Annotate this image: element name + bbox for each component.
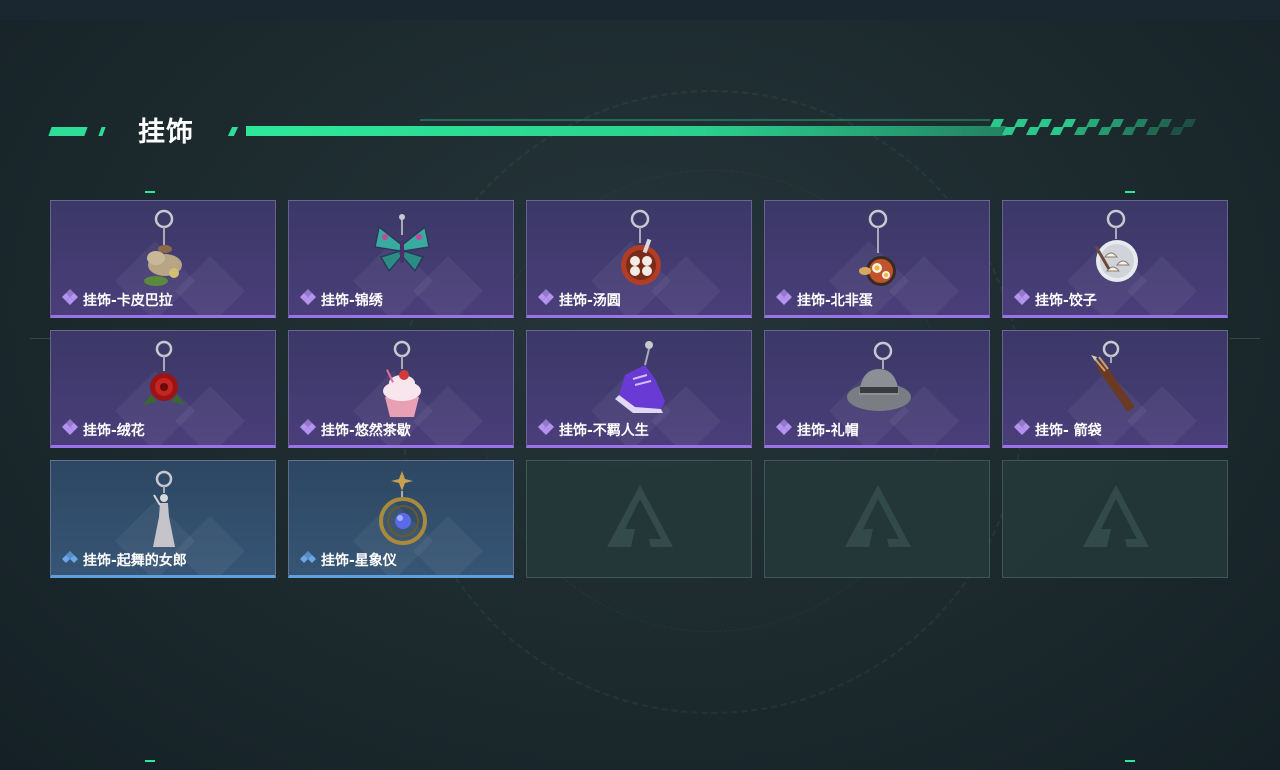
dancing-lady-charm-icon <box>153 470 175 547</box>
top-bar <box>0 0 1280 20</box>
rarity-gem-icon <box>300 289 316 305</box>
header-slash <box>227 127 239 136</box>
item-label: 挂饰-北非蛋 <box>797 293 873 309</box>
item-card[interactable]: 挂饰- 箭袋 <box>1002 330 1228 448</box>
header-dash <box>98 127 106 136</box>
item-label: 挂饰-锦绣 <box>321 293 383 309</box>
rarity-gem-icon <box>776 289 792 305</box>
corner-tick <box>1125 191 1135 193</box>
empty-slot-logo-icon <box>607 485 673 547</box>
cupcake-charm-icon <box>383 340 421 417</box>
rarity-gem-icon <box>62 419 78 435</box>
rarity-gem-icon <box>538 419 554 435</box>
item-card[interactable]: 挂饰-卡皮巴拉 <box>50 200 276 318</box>
rarity-gem-icon <box>300 419 316 435</box>
header-bar <box>246 126 1006 136</box>
header-thin-line <box>420 119 990 121</box>
item-label: 挂饰-饺子 <box>1035 293 1097 309</box>
tangyuan-bowl-charm-icon <box>621 209 661 285</box>
item-card[interactable]: 挂饰-不羁人生 <box>526 330 752 448</box>
item-label: 挂饰-卡皮巴拉 <box>83 293 173 309</box>
rarity-gem-icon <box>62 551 78 563</box>
empty-slot <box>764 460 990 578</box>
astrolabe-charm-icon <box>379 471 427 545</box>
fedora-hat-charm-icon <box>847 341 911 411</box>
item-card[interactable]: 挂饰-悠然茶歇 <box>288 330 514 448</box>
item-card[interactable]: 挂饰-礼帽 <box>764 330 990 448</box>
capybara-charm-icon <box>144 209 182 286</box>
item-card[interactable]: 挂饰-汤圆 <box>526 200 752 318</box>
rarity-gem-icon <box>62 289 78 305</box>
rarity-gem-icon <box>300 551 316 563</box>
item-label: 挂饰-汤圆 <box>559 293 621 309</box>
item-card[interactable]: 挂饰-绒花 <box>50 330 276 448</box>
velvet-flower-charm-icon <box>143 340 185 405</box>
rarity-gem-icon <box>1014 419 1030 435</box>
dumpling-plate-charm-icon <box>1094 209 1138 282</box>
empty-slot-logo-icon <box>1083 485 1149 547</box>
item-label: 挂饰-礼帽 <box>797 423 859 439</box>
corner-tick <box>145 760 155 762</box>
item-label: 挂饰-不羁人生 <box>559 423 649 439</box>
item-card[interactable]: 挂饰-北非蛋 <box>764 200 990 318</box>
rarity-gem-icon <box>1014 289 1030 305</box>
header-dash <box>48 127 88 136</box>
item-label: 挂饰- 箭袋 <box>1035 423 1102 439</box>
sneaker-charm-icon <box>615 341 665 413</box>
butterfly-charm-icon <box>374 214 430 273</box>
item-card[interactable]: 挂饰-饺子 <box>1002 200 1228 318</box>
item-label: 挂饰-悠然茶歇 <box>321 423 411 439</box>
item-label: 挂饰-星象仪 <box>321 553 397 569</box>
right-divider <box>1230 338 1260 339</box>
item-card[interactable]: 挂饰-锦绣 <box>288 200 514 318</box>
item-card[interactable]: 挂饰-星象仪 <box>288 460 514 578</box>
rarity-gem-icon <box>538 289 554 305</box>
empty-slot <box>1002 460 1228 578</box>
quiver-charm-icon <box>1091 340 1134 412</box>
left-divider <box>30 338 50 339</box>
shakshuka-charm-icon <box>859 209 896 286</box>
rarity-gem-icon <box>776 419 792 435</box>
corner-tick <box>1125 760 1135 762</box>
item-label: 挂饰-绒花 <box>83 423 145 439</box>
item-label: 挂饰-起舞的女郎 <box>83 553 187 569</box>
header-checker-pattern <box>990 119 1196 135</box>
empty-slot-logo-icon <box>845 485 911 547</box>
corner-tick <box>145 191 155 193</box>
section-title: 挂饰 <box>138 117 194 148</box>
item-card[interactable]: 挂饰-起舞的女郎 <box>50 460 276 578</box>
empty-slot <box>526 460 752 578</box>
